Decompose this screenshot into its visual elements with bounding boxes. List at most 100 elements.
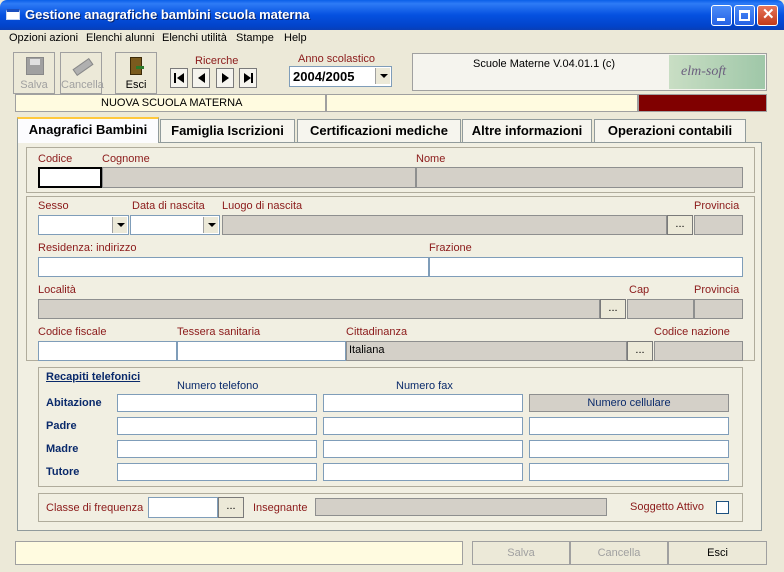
localita-label: Località bbox=[38, 284, 76, 296]
menu-elenchi-alunni[interactable]: Elenchi alunni bbox=[86, 32, 155, 44]
luogo-nascita-field[interactable] bbox=[222, 215, 667, 235]
frazione-field[interactable] bbox=[429, 257, 743, 277]
toolbar-exit-button[interactable]: Esci bbox=[115, 52, 157, 94]
nome-field[interactable] bbox=[416, 167, 743, 188]
toolbar-cancel-button[interactable]: Cancella bbox=[60, 52, 104, 94]
madre-mobile-field[interactable] bbox=[529, 440, 729, 458]
chevron-down-icon bbox=[375, 68, 390, 84]
provincia-label: Provincia bbox=[694, 200, 740, 212]
numero-cellulare-header: Numero cellulare bbox=[529, 394, 729, 412]
madre-fax-field[interactable] bbox=[323, 440, 523, 458]
tessera-field[interactable] bbox=[177, 341, 346, 361]
cittadinanza-label: Cittadinanza bbox=[346, 326, 408, 338]
data-nascita-select[interactable] bbox=[130, 215, 220, 235]
residenza-field[interactable] bbox=[38, 257, 429, 277]
exit-button[interactable]: Esci bbox=[668, 541, 767, 565]
close-button[interactable]: ✕ bbox=[757, 5, 778, 26]
status-bar bbox=[15, 541, 463, 565]
tab-famiglia-iscrizioni[interactable]: Famiglia Iscrizioni bbox=[160, 119, 295, 142]
version-box: Scuole Materne V.04.01.1 (c) elm-soft bbox=[412, 53, 767, 91]
phones-title: Recapiti telefonici bbox=[46, 371, 141, 383]
soggetto-checkbox[interactable] bbox=[716, 501, 729, 514]
codice-label: Codice bbox=[38, 153, 73, 165]
nav-first-button[interactable] bbox=[170, 68, 188, 88]
cap-label: Cap bbox=[629, 284, 650, 296]
cittadinanza-lookup-button[interactable]: ... bbox=[627, 341, 653, 361]
provincia2-label: Provincia bbox=[694, 284, 740, 296]
tutore-fax-field[interactable] bbox=[323, 463, 523, 481]
abitazione-phone-field[interactable] bbox=[117, 394, 317, 412]
padre-fax-field[interactable] bbox=[323, 417, 523, 435]
tessera-label: Tessera sanitaria bbox=[177, 326, 261, 338]
title-bar[interactable]: Gestione anagrafiche bambini scuola mate… bbox=[0, 0, 784, 30]
menu-stampe[interactable]: Stampe bbox=[236, 32, 274, 44]
nav-next-button[interactable] bbox=[216, 68, 234, 88]
nome-label: Nome bbox=[416, 153, 446, 165]
chevron-down-icon bbox=[203, 217, 218, 233]
tutore-mobile-field[interactable] bbox=[529, 463, 729, 481]
minimize-button[interactable] bbox=[711, 5, 732, 26]
numero-fax-header: Numero fax bbox=[396, 380, 453, 392]
codice-field[interactable] bbox=[38, 167, 102, 188]
phone-row-label: Abitazione bbox=[46, 397, 102, 409]
save-button[interactable]: Salva bbox=[472, 541, 570, 565]
eraser-icon bbox=[72, 57, 94, 77]
floppy-icon bbox=[26, 57, 44, 75]
chevron-down-icon bbox=[112, 217, 127, 233]
cap-field[interactable] bbox=[627, 299, 694, 319]
search-label: Ricerche bbox=[195, 55, 239, 67]
sesso-select[interactable] bbox=[38, 215, 129, 235]
maximize-button[interactable] bbox=[734, 5, 755, 26]
logo: elm-soft bbox=[669, 55, 765, 89]
data-nascita-label: Data di nascita bbox=[132, 200, 205, 212]
provincia-field[interactable] bbox=[694, 215, 743, 235]
classe-lookup-button[interactable]: ... bbox=[218, 497, 244, 518]
nav-last-button[interactable] bbox=[239, 68, 257, 88]
exit-door-icon bbox=[130, 57, 144, 75]
nav-previous-button[interactable] bbox=[192, 68, 210, 88]
tab-anagrafici-bambini[interactable]: Anagrafici Bambini bbox=[17, 117, 159, 143]
classe-field[interactable] bbox=[148, 497, 218, 518]
school-year-label: Anno scolastico bbox=[298, 53, 376, 65]
numero-telefono-header: Numero telefono bbox=[177, 380, 259, 392]
school-info-box bbox=[326, 94, 638, 112]
phone-row-label: Padre bbox=[46, 420, 77, 432]
menu-help[interactable]: Help bbox=[284, 32, 307, 44]
soggetto-label: Soggetto Attivo bbox=[630, 501, 704, 513]
status-indicator bbox=[638, 94, 767, 112]
toolbar-save-button[interactable]: Salva bbox=[13, 52, 55, 94]
school-name-box: NUOVA SCUOLA MATERNA bbox=[15, 94, 326, 112]
tab-certificazioni-mediche[interactable]: Certificazioni mediche bbox=[297, 119, 461, 142]
provincia2-field[interactable] bbox=[694, 299, 743, 319]
luogo-nascita-label: Luogo di nascita bbox=[222, 200, 303, 212]
residenza-label: Residenza: indirizzo bbox=[38, 242, 137, 254]
cancel-button[interactable]: Cancella bbox=[570, 541, 668, 565]
menu-bar: Opzioni azioni Elenchi alunni Elenchi ut… bbox=[0, 30, 784, 48]
frazione-label: Frazione bbox=[429, 242, 472, 254]
codice-nazione-field[interactable] bbox=[654, 341, 743, 361]
codice-fiscale-label: Codice fiscale bbox=[38, 326, 107, 338]
close-icon: ✕ bbox=[762, 6, 775, 23]
tab-operazioni-contabili[interactable]: Operazioni contabili bbox=[594, 119, 746, 142]
codice-nazione-label: Codice nazione bbox=[654, 326, 730, 338]
insegnante-label: Insegnante bbox=[253, 502, 308, 514]
cittadinanza-field[interactable]: Italiana bbox=[346, 341, 627, 361]
phone-row-label: Madre bbox=[46, 443, 79, 455]
padre-phone-field[interactable] bbox=[117, 417, 317, 435]
cognome-field[interactable] bbox=[102, 167, 416, 188]
tutore-phone-field[interactable] bbox=[117, 463, 317, 481]
luogo-nascita-lookup-button[interactable]: ... bbox=[667, 215, 693, 235]
madre-phone-field[interactable] bbox=[117, 440, 317, 458]
abitazione-fax-field[interactable] bbox=[323, 394, 523, 412]
menu-opzioni-azioni[interactable]: Opzioni azioni bbox=[9, 32, 78, 44]
padre-mobile-field[interactable] bbox=[529, 417, 729, 435]
sesso-label: Sesso bbox=[38, 200, 69, 212]
menu-elenchi-utilita[interactable]: Elenchi utilità bbox=[162, 32, 227, 44]
codice-fiscale-field[interactable] bbox=[38, 341, 177, 361]
localita-lookup-button[interactable]: ... bbox=[600, 299, 626, 319]
school-year-select[interactable]: 2004/2005 bbox=[289, 66, 392, 87]
localita-field[interactable] bbox=[38, 299, 600, 319]
classe-label: Classe di frequenza bbox=[46, 502, 144, 514]
insegnante-field[interactable] bbox=[315, 498, 607, 516]
tab-altre-informazioni[interactable]: Altre informazioni bbox=[462, 119, 592, 142]
